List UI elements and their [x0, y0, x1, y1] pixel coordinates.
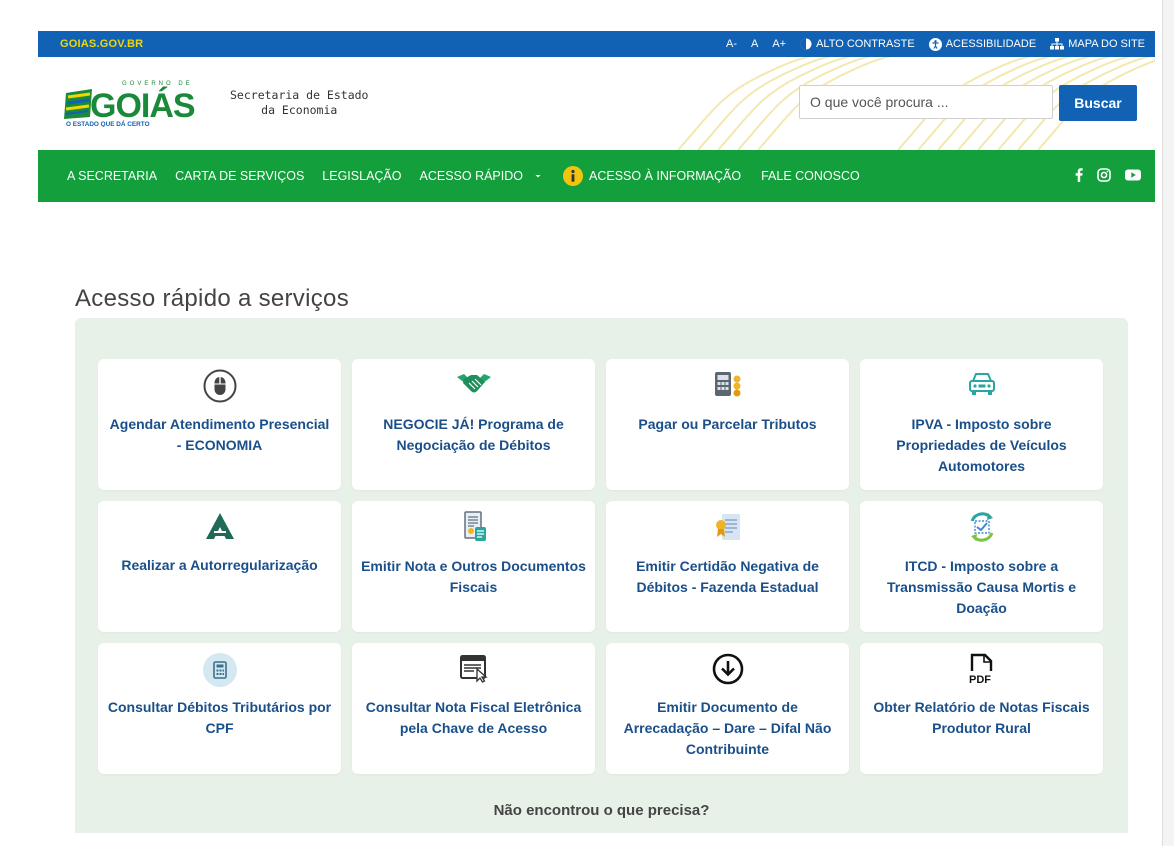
service-card-negocie[interactable]: NEGOCIE JÁ! Programa de Negociação de Dé…: [352, 359, 595, 490]
browser-click-icon: [459, 655, 488, 683]
main-nav: A SECRETARIA CARTA DE SERVIÇOS LEGISLAÇÃ…: [38, 150, 1155, 202]
service-card-pagar[interactable]: Pagar ou Parcelar Tributos: [606, 359, 849, 490]
secretaria-line-1: Secretaria de Estado: [230, 88, 369, 102]
gov-portal-link[interactable]: GOIAS.GOV.BR: [38, 38, 143, 50]
card-icon-wrap: [352, 653, 595, 683]
service-card-label: Agendar Atendimento Presencial - ECONOMI…: [109, 416, 330, 453]
card-icon-wrap: PDF: [860, 653, 1103, 685]
logo-main-text: GOIÁS: [90, 87, 195, 125]
service-card-label: Realizar a Autorregularização: [121, 557, 318, 573]
calculator-coins-icon: [714, 372, 740, 397]
service-card-label: Emitir Nota e Outros Documentos Fiscais: [361, 558, 586, 595]
service-card-label: IPVA - Imposto sobre Propriedades de Veí…: [896, 416, 1067, 474]
service-card-certidao[interactable]: Emitir Certidão Negativa de Débitos - Fa…: [606, 501, 849, 632]
service-card-label: Consultar Nota Fiscal Eletrônica pela Ch…: [365, 699, 582, 736]
nav-item-carta-servicos[interactable]: CARTA DE SERVIÇOS: [175, 169, 304, 183]
service-card-emitir-nota[interactable]: Emitir Nota e Outros Documentos Fiscais: [352, 501, 595, 632]
accessibility-button[interactable]: ACESSIBILIDADE: [928, 37, 1037, 51]
page: GOIAS.GOV.BR A- A A+ ALTO CONTRASTE ACES…: [0, 0, 1163, 846]
card-icon-wrap: [860, 369, 1103, 399]
goias-logo[interactable]: GOVERNO DE GOIÁS O ESTADO QUE DÁ CERTO: [64, 79, 224, 127]
contrast-icon: [800, 38, 812, 50]
service-card-relatorio-produtor[interactable]: PDF Obter Relatório de Notas Fiscais Pro…: [860, 643, 1103, 774]
not-found-link[interactable]: Não encontrou o que precisa?: [75, 802, 1128, 819]
font-normal-button[interactable]: A: [751, 38, 758, 50]
high-contrast-button[interactable]: ALTO CONTRASTE: [800, 38, 915, 50]
social-links: [1075, 168, 1141, 182]
autorregularizacao-logo-icon: [205, 513, 234, 539]
secretaria-line-2: da Economia: [261, 103, 338, 117]
calculator-icon: [202, 653, 237, 687]
nav-item-acesso-informacao[interactable]: ACESSO À INFORMAÇÃO: [563, 166, 741, 186]
invoice-icon: [463, 511, 486, 541]
card-icon-wrap: [606, 511, 849, 541]
search-input[interactable]: [799, 85, 1053, 119]
nav-item-acesso-rapido[interactable]: ACESSO RÁPIDO: [420, 169, 544, 183]
service-card-label: Pagar ou Parcelar Tributos: [638, 416, 817, 432]
sitemap-icon: [1050, 38, 1065, 50]
site-header: GOVERNO DE GOIÁS O ESTADO QUE DÁ CERTO S…: [38, 57, 1155, 150]
card-icon-wrap: [606, 369, 849, 399]
accessibility-tools: A- A A+ ALTO CONTRASTE ACESSIBILIDADE MA…: [726, 37, 1155, 51]
handshake-icon: [456, 374, 491, 393]
service-card-label: Emitir Certidão Negativa de Débitos - Fa…: [636, 558, 819, 595]
high-contrast-label: ALTO CONTRASTE: [816, 38, 915, 50]
section-title: Acesso rápido a serviços: [75, 285, 349, 312]
accessibility-icon: [928, 37, 942, 51]
service-card-ipva[interactable]: IPVA - Imposto sobre Propriedades de Veí…: [860, 359, 1103, 490]
card-icon-wrap: [860, 511, 1103, 542]
mouse-icon: [203, 369, 236, 403]
font-increase-button[interactable]: A+: [772, 38, 786, 50]
card-icon-wrap: [606, 653, 849, 685]
sitemap-label: MAPA DO SITE: [1068, 38, 1145, 50]
logo-tagline: O ESTADO QUE DÁ CERTO: [66, 119, 150, 127]
font-decrease-button[interactable]: A-: [726, 38, 737, 50]
facebook-icon[interactable]: [1075, 168, 1083, 182]
service-card-itcd[interactable]: ITCD - Imposto sobre a Transmissão Causa…: [860, 501, 1103, 632]
card-icon-wrap: [98, 369, 341, 403]
service-card-agendar[interactable]: Agendar Atendimento Presencial - ECONOMI…: [98, 359, 341, 490]
car-icon: [968, 373, 995, 395]
flag-mark: [64, 89, 92, 119]
card-icon-wrap: [352, 511, 595, 541]
service-card-label: Emitir Documento de Arrecadação – Dare –…: [623, 699, 832, 757]
nav-item-acesso-rapido-label: ACESSO RÁPIDO: [419, 169, 524, 183]
pdf-icon: PDF: [969, 653, 992, 685]
youtube-icon[interactable]: [1125, 169, 1141, 181]
service-card-debitos-cpf[interactable]: Consultar Débitos Tributários por CPF: [98, 643, 341, 774]
info-icon: [563, 166, 583, 186]
service-card-autorregularizacao[interactable]: Realizar a Autorregularização: [98, 501, 341, 632]
instagram-icon[interactable]: [1097, 168, 1111, 182]
nav-item-acesso-informacao-label: ACESSO À INFORMAÇÃO: [589, 169, 742, 183]
sitemap-button[interactable]: MAPA DO SITE: [1050, 38, 1145, 50]
service-card-label: Obter Relatório de Notas Fiscais Produto…: [873, 699, 1090, 736]
search-button[interactable]: Buscar: [1059, 85, 1137, 121]
service-card-nfe-chave[interactable]: Consultar Nota Fiscal Eletrônica pela Ch…: [352, 643, 595, 774]
svg-text:PDF: PDF: [969, 674, 991, 685]
download-icon: [712, 653, 743, 685]
caret-down-icon: [535, 175, 541, 178]
service-card-dare-difal[interactable]: Emitir Documento de Arrecadação – Dare –…: [606, 643, 849, 774]
top-utility-bar: GOIAS.GOV.BR A- A A+ ALTO CONTRASTE ACES…: [38, 31, 1155, 57]
card-icon-wrap: [352, 369, 595, 399]
card-icon-wrap: [98, 653, 341, 687]
nav-item-legislacao[interactable]: LEGISLAÇÃO: [322, 169, 401, 183]
service-card-label: ITCD - Imposto sobre a Transmissão Causa…: [886, 558, 1077, 616]
secretaria-name: Secretaria de Estado da Economia: [230, 88, 368, 118]
nav-item-secretaria[interactable]: A SECRETARIA: [67, 169, 157, 183]
card-icon-wrap: [98, 511, 341, 541]
service-card-label: Consultar Débitos Tributários por CPF: [107, 699, 332, 736]
accessibility-label: ACESSIBILIDADE: [945, 38, 1037, 50]
certificate-icon: [715, 514, 740, 540]
transfer-icon: [970, 512, 993, 542]
service-card-label: NEGOCIE JÁ! Programa de Negociação de Dé…: [383, 416, 564, 453]
nav-item-fale-conosco[interactable]: FALE CONOSCO: [761, 169, 860, 183]
